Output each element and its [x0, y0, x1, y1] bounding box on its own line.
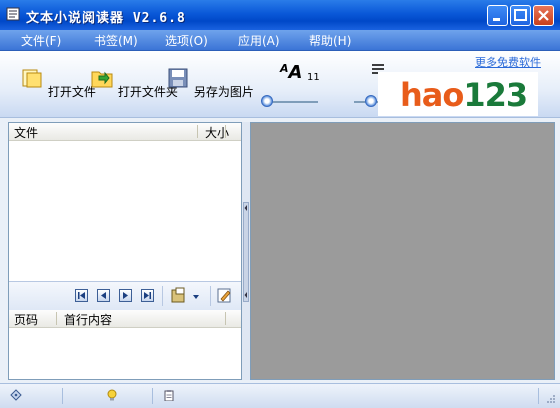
- font-size-value: 11: [307, 72, 320, 83]
- first-page-button[interactable]: [75, 289, 88, 302]
- file-column-header[interactable]: 文件: [14, 124, 38, 141]
- font-size-slider-knob[interactable]: [261, 95, 273, 107]
- lightbulb-icon[interactable]: [106, 389, 118, 401]
- close-icon: [538, 10, 549, 21]
- column-divider[interactable]: [225, 125, 226, 138]
- page-list[interactable]: [9, 327, 241, 379]
- prev-page-button[interactable]: [97, 289, 110, 302]
- last-page-icon: [144, 292, 151, 299]
- minimize-icon: [493, 18, 500, 21]
- panel-splitter[interactable]: [242, 122, 250, 380]
- last-page-button[interactable]: [141, 289, 154, 302]
- save-disk-icon: [168, 68, 188, 88]
- minimize-button[interactable]: [487, 5, 508, 26]
- first-line-column-header[interactable]: 首行内容: [64, 311, 112, 328]
- edit-note-icon[interactable]: [217, 288, 232, 303]
- status-divider: [62, 388, 63, 404]
- first-page-icon: [78, 292, 85, 299]
- status-divider: [152, 388, 153, 404]
- file-list-header: 文件 大小: [9, 123, 241, 141]
- menu-bar: 文件(F) 书签(M) 选项(O) 应用(A) 帮助(H): [0, 30, 560, 51]
- page-column-header[interactable]: 页码: [14, 311, 38, 328]
- file-list[interactable]: [9, 140, 241, 280]
- open-folder-icon: [91, 71, 113, 88]
- column-divider[interactable]: [225, 312, 226, 325]
- open-file-button[interactable]: 打开文件: [20, 66, 96, 100]
- save-as-image-label: 另存为图片: [193, 85, 254, 99]
- splitter-grip[interactable]: [243, 202, 249, 302]
- clipboard-icon[interactable]: [163, 389, 175, 401]
- app-icon: [6, 7, 20, 21]
- close-button[interactable]: [533, 5, 554, 26]
- collapse-arrow-icon: [244, 205, 247, 298]
- left-panel: 文件 大小 页码 首行内容: [8, 122, 242, 380]
- maximize-icon: [514, 9, 527, 21]
- toolbar-divider: [210, 286, 211, 306]
- menu-file[interactable]: 文件(F): [21, 32, 61, 49]
- menu-apply[interactable]: 应用(A): [238, 32, 280, 49]
- open-file-label: 打开文件: [47, 85, 96, 99]
- app-window: 文本小说阅读器 V2.6.8 文件(F) 书签(M) 选项(O) 应用(A) 帮…: [0, 0, 560, 408]
- open-folder-button[interactable]: 打开文件夹: [90, 66, 178, 100]
- menu-help[interactable]: 帮助(H): [309, 32, 351, 49]
- window-title: 文本小说阅读器 V2.6.8: [26, 11, 186, 26]
- menu-options[interactable]: 选项(O): [165, 32, 208, 49]
- page-nav-bar: [9, 281, 241, 311]
- next-page-button[interactable]: [119, 289, 132, 302]
- resize-grip-icon[interactable]: [546, 394, 556, 404]
- open-file-icon: [22, 69, 42, 88]
- line-spacing-slider-knob[interactable]: [365, 95, 377, 107]
- menu-bookmarks[interactable]: 书签(M): [94, 32, 138, 49]
- save-as-image-button[interactable]: 另存为图片: [166, 66, 254, 100]
- toolbar-divider: [162, 286, 163, 306]
- prev-page-icon: [101, 292, 106, 299]
- status-divider: [538, 388, 539, 404]
- column-divider[interactable]: [56, 312, 57, 325]
- logo-text: hao123: [400, 76, 528, 114]
- status-bar: [0, 383, 560, 408]
- reading-area[interactable]: [250, 122, 555, 380]
- info-icon[interactable]: [10, 389, 22, 401]
- more-software-link[interactable]: 更多免费软件: [475, 54, 541, 70]
- font-size-icon: AA: [280, 62, 303, 83]
- column-divider[interactable]: [197, 125, 198, 138]
- maximize-button[interactable]: [510, 5, 531, 26]
- hao123-logo[interactable]: hao123: [378, 72, 538, 116]
- title-bar[interactable]: 文本小说阅读器 V2.6.8: [0, 0, 560, 30]
- next-page-icon: [123, 292, 128, 299]
- page-list-header: 页码 首行内容: [9, 310, 241, 328]
- bookmark-tool-icon[interactable]: [171, 287, 201, 305]
